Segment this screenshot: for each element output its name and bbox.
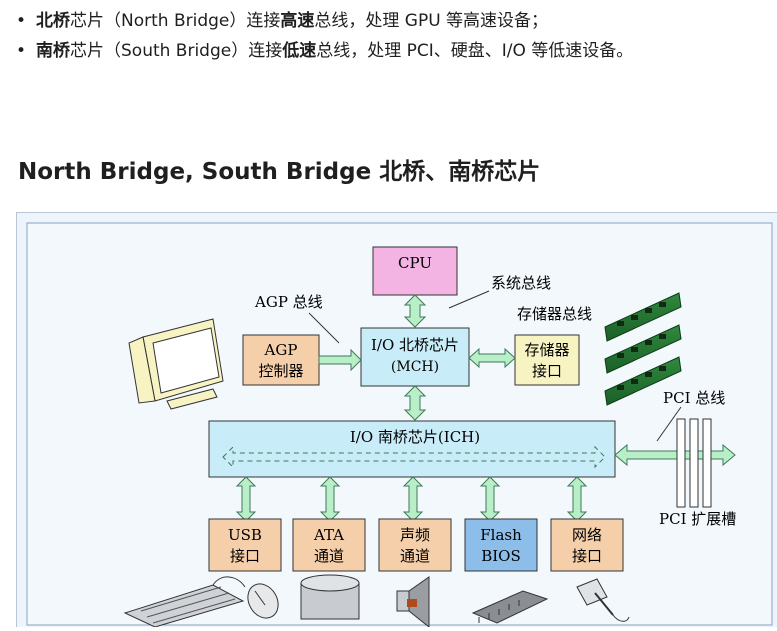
agp-controller-label: AGP <box>264 341 298 359</box>
agp-bus-label: AGP 总线 <box>254 293 323 311</box>
north-bridge-sublabel: (MCH) <box>391 359 439 375</box>
device-label: 网络 <box>572 526 602 544</box>
device-sublabel: BIOS <box>481 547 521 565</box>
bullet-bold: 南桥 <box>36 41 70 61</box>
device-sublabel: 通道 <box>314 547 344 565</box>
bullet-text: 总线，处理 PCI、硬盘、I/O 等低速设备。 <box>316 41 634 61</box>
section-heading: North Bridge, South Bridge 北桥、南桥芯片 <box>18 159 541 185</box>
bullet-text: 总线，处理 GPU 等高速设备； <box>314 11 549 31</box>
cpu-label: CPU <box>398 254 432 272</box>
bullet-north-bridge: • 北桥芯片（North Bridge）连接高速总线，处理 GPU 等高速设备； <box>16 6 633 36</box>
memory-interface-label: 存储器 <box>524 341 569 359</box>
diagram-canvas: CPU 系统总线 AGP 总线 存储器总线 I/O 北桥芯片 (MCH) AGP… <box>26 222 773 629</box>
bullet-text: 芯片（South Bridge）连接 <box>70 41 283 61</box>
disk-drive-icon <box>300 574 360 620</box>
device-sublabel: 通道 <box>400 547 430 565</box>
device-label: ATA <box>313 526 344 544</box>
bullet-dot: • <box>16 11 27 31</box>
device-label: USB <box>228 526 262 544</box>
device-label: Flash <box>480 526 522 544</box>
device-sublabel: 接口 <box>572 547 602 565</box>
south-bridge-label: I/O 南桥芯片(ICH) <box>350 428 480 446</box>
pci-slots-label: PCI 扩展槽 <box>659 510 736 528</box>
chipset-diagram: CPU 系统总线 AGP 总线 存储器总线 I/O 北桥芯片 (MCH) AGP… <box>16 212 777 629</box>
bullet-dot: • <box>16 41 27 61</box>
memory-bus-label: 存储器总线 <box>517 305 592 323</box>
bullet-text: 芯片（North Bridge）连接 <box>70 11 281 31</box>
north-bridge-label: I/O 北桥芯片 <box>371 336 459 354</box>
memory-interface-sublabel: 接口 <box>532 362 562 380</box>
bullet-list: • 北桥芯片（North Bridge）连接高速总线，处理 GPU 等高速设备； … <box>16 6 633 66</box>
bullet-south-bridge: • 南桥芯片（South Bridge）连接低速总线，处理 PCI、硬盘、I/O … <box>16 36 633 66</box>
pci-slot-icon <box>676 418 712 508</box>
bullet-bold: 北桥 <box>36 11 70 31</box>
system-bus-label: 系统总线 <box>491 274 551 292</box>
agp-controller-sublabel: 控制器 <box>258 362 303 380</box>
device-sublabel: 接口 <box>230 547 260 565</box>
device-label: 声频 <box>400 526 430 544</box>
bullet-bold: 高速 <box>280 11 315 31</box>
bullet-bold: 低速 <box>282 41 317 61</box>
pci-bus-label: PCI 总线 <box>663 389 725 407</box>
